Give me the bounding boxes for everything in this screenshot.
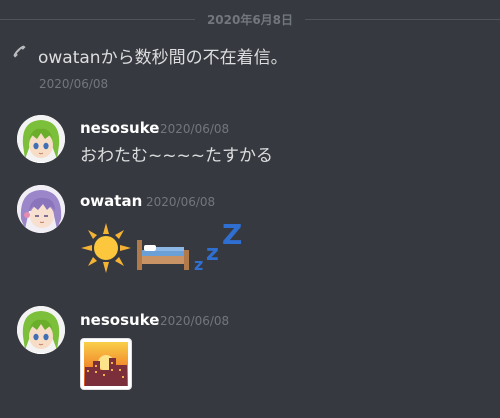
svg-text:z: z: [194, 255, 203, 274]
missed-call-message: owatanから数秒間の不在着信。: [10, 40, 490, 68]
green-hair-avatar-icon: [17, 306, 65, 354]
svg-text:Z: Z: [222, 218, 242, 251]
message-timestamp: 2020/06/08: [160, 122, 230, 136]
purple-hair-avatar-icon: [17, 185, 65, 233]
message-timestamp: 2020/06/08: [160, 314, 230, 328]
message-content: おわたむ~~~~たすかる: [80, 146, 273, 166]
divider-line-right: [305, 19, 500, 20]
green-hair-avatar-icon: [17, 115, 65, 163]
bed-emoji-icon[interactable]: [136, 236, 190, 270]
zzz-emoji-icon[interactable]: z z Z: [192, 218, 248, 274]
city-sunset-emoji-icon: [84, 342, 128, 386]
message-username[interactable]: owatan: [80, 192, 142, 210]
avatar[interactable]: [17, 185, 65, 233]
city-sunset-emoji[interactable]: [80, 338, 132, 390]
svg-text:z: z: [206, 241, 219, 266]
missed-call-text: owatanから数秒間の不在着信。: [38, 48, 288, 68]
message-username[interactable]: nesosuke: [80, 119, 159, 137]
message-timestamp: 2020/06/08: [146, 195, 216, 209]
date-divider: 2020年6月8日: [0, 10, 500, 30]
phone-icon: [13, 45, 26, 58]
missed-call-timestamp: 2020/06/08: [39, 77, 109, 91]
avatar[interactable]: [17, 115, 65, 163]
message-username[interactable]: nesosuke: [80, 311, 159, 329]
avatar[interactable]: [17, 306, 65, 354]
sun-emoji-icon[interactable]: [80, 222, 132, 274]
